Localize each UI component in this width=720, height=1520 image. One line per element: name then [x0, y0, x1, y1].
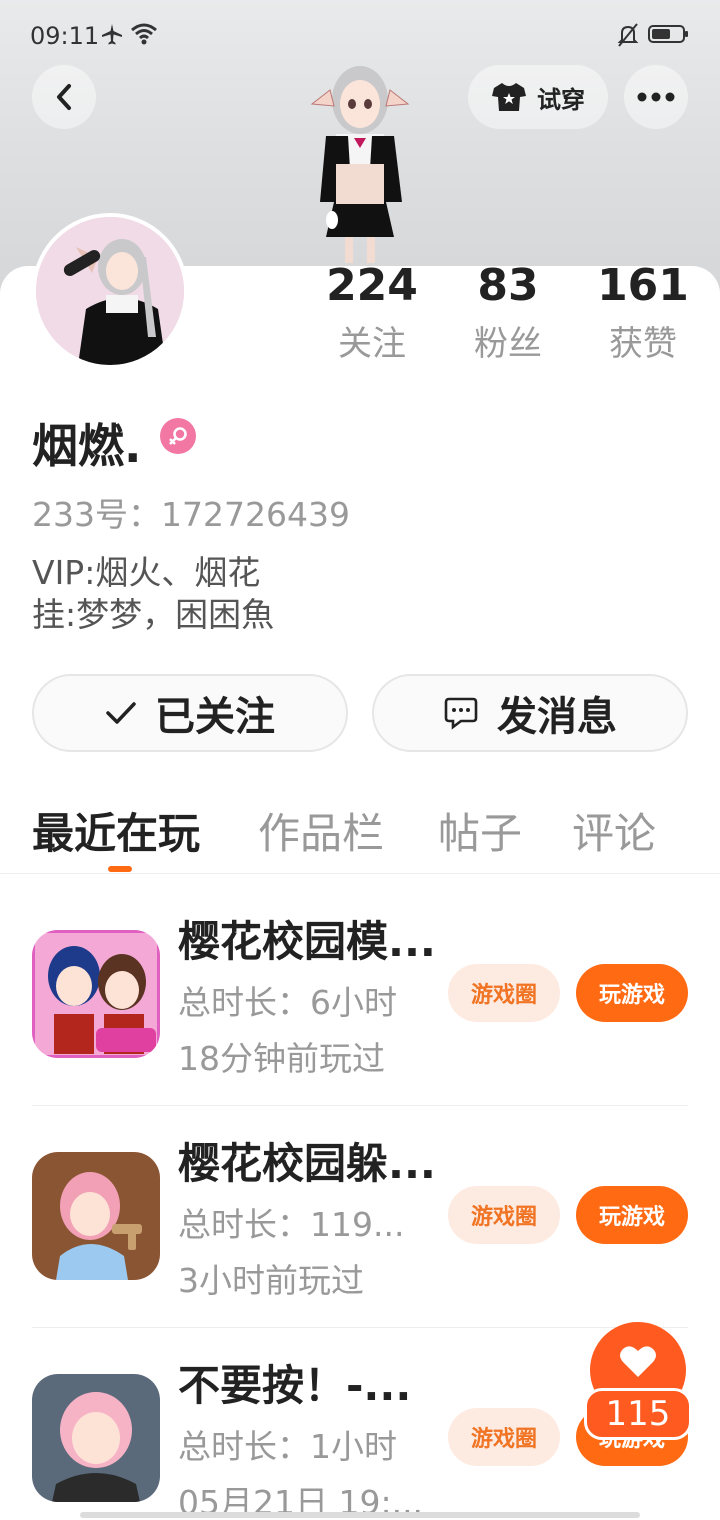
stat-following-value: 224	[326, 260, 418, 311]
game-last-played: 3小时前玩过	[178, 1261, 364, 1300]
tab-comments[interactable]: 评论	[572, 800, 656, 861]
play-game-button[interactable]: 玩游戏	[576, 1186, 688, 1244]
stat-likes[interactable]: 161 获赞	[578, 260, 708, 365]
play-game-button[interactable]: 玩游戏	[576, 964, 688, 1022]
tab-recently-played[interactable]: 最近在玩	[32, 800, 200, 861]
game-title: 樱花校园躲...	[178, 1139, 436, 1188]
status-time: 09:11	[30, 22, 100, 50]
checkmark-icon	[106, 702, 136, 724]
send-message-button[interactable]: 发消息	[372, 674, 688, 752]
female-gender-icon	[160, 418, 196, 454]
wifi-icon	[131, 23, 157, 45]
profile-tabs: 最近在玩 作品栏 帖子 评论	[0, 800, 720, 874]
chat-bubble-icon	[444, 697, 478, 730]
more-options-button[interactable]	[624, 65, 688, 129]
game-last-played: 18分钟前玩过	[178, 1039, 385, 1078]
bio: VIP:烟火、烟花 挂:梦梦，困困魚	[32, 552, 274, 636]
following-button[interactable]: 已关注	[32, 674, 348, 752]
home-indicator	[80, 1512, 640, 1518]
stat-likes-value: 161	[597, 260, 689, 311]
game-duration: 总时长：1小时	[178, 1427, 397, 1466]
airplane-mode-icon	[102, 24, 122, 45]
try-on-label: 试穿	[537, 85, 585, 114]
game-list-item[interactable]: 樱花校园模... 总时长：6小时 18分钟前玩过 游戏圈 玩游戏	[32, 884, 688, 1106]
stat-followers-value: 83	[477, 260, 539, 311]
game-title: 不要按！-...	[178, 1361, 412, 1410]
nickname: 烟燃.	[32, 419, 142, 473]
game-list-item[interactable]: 樱花校园躲... 总时长：119... 3小时前玩过 游戏圈 玩游戏	[32, 1106, 688, 1328]
more-dots-icon	[637, 92, 675, 102]
game-icon-sakura-school-hide[interactable]	[32, 1152, 160, 1280]
chevron-left-icon	[57, 84, 71, 110]
following-label: 已关注	[155, 694, 275, 740]
stat-likes-label: 获赞	[609, 324, 677, 364]
tshirt-icon	[492, 83, 526, 111]
bio-line: VIP:烟火、烟花	[32, 553, 261, 592]
game-circle-button[interactable]: 游戏圈	[448, 964, 560, 1022]
mute-bell-icon	[617, 23, 639, 47]
send-message-label: 发消息	[497, 694, 617, 740]
game-icon-dont-press[interactable]	[32, 1374, 160, 1502]
game-title: 樱花校园模...	[178, 917, 436, 966]
avatar-3d-character-image	[290, 52, 430, 267]
user-id: 233号：172726439	[32, 495, 350, 534]
stat-followers[interactable]: 83 粉丝	[443, 260, 573, 365]
stat-following-label: 关注	[338, 324, 406, 364]
tab-works[interactable]: 作品栏	[258, 800, 384, 861]
back-button[interactable]	[32, 65, 96, 129]
heart-icon	[620, 1346, 656, 1377]
bio-line: 挂:梦梦，困困魚	[32, 595, 275, 634]
stat-following[interactable]: 224 关注	[307, 260, 437, 365]
stat-followers-label: 粉丝	[474, 324, 542, 364]
avatar[interactable]	[32, 213, 188, 369]
active-tab-indicator	[108, 866, 132, 872]
game-circle-button[interactable]: 游戏圈	[448, 1408, 560, 1466]
game-icon-sakura-school-sim[interactable]	[32, 930, 160, 1058]
tab-posts[interactable]: 帖子	[438, 800, 522, 861]
like-count-badge: 115	[584, 1388, 692, 1440]
game-duration: 总时长：119...	[178, 1205, 405, 1244]
battery-icon	[648, 25, 688, 43]
try-on-button[interactable]: 试穿	[468, 65, 608, 129]
game-duration: 总时长：6小时	[178, 983, 397, 1022]
game-circle-button[interactable]: 游戏圈	[448, 1186, 560, 1244]
